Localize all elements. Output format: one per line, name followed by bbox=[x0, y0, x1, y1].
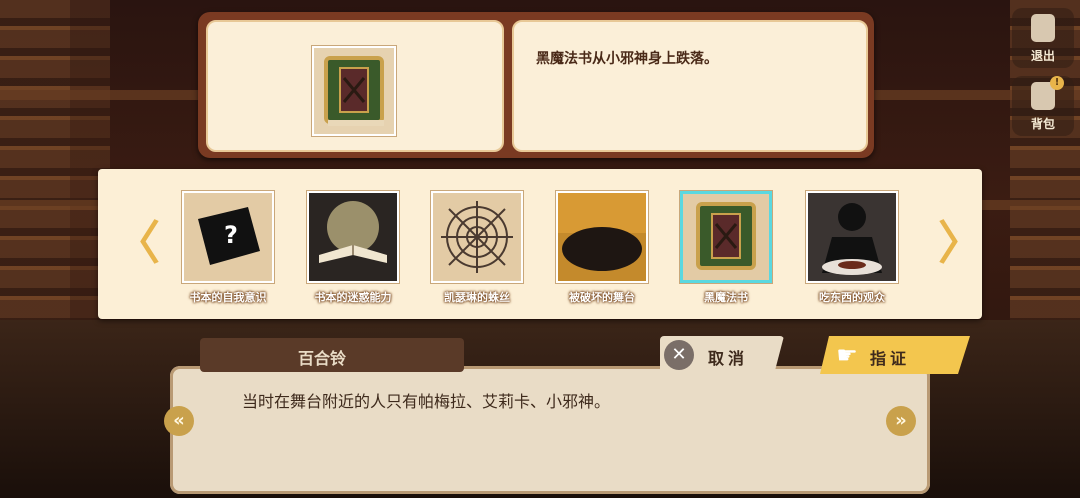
exit-label: 退出 bbox=[1030, 49, 1055, 63]
evidence-strip: 〈 〉 ? 书本的自我意识 书本的迷惑能力 凯瑟琳的蛛丝 被破坏的舞台 黑魔法书… bbox=[98, 169, 984, 319]
speaker-name: 百合铃 bbox=[298, 349, 347, 368]
glowing-open-book-icon bbox=[307, 191, 399, 283]
accuse-label: 指证 bbox=[870, 349, 911, 368]
evidence-label: 吃东西的观众 bbox=[819, 291, 885, 304]
bag-label: 背包 bbox=[1030, 117, 1055, 131]
bag-button[interactable]: ! 背包 bbox=[1012, 76, 1074, 136]
exit-door-icon bbox=[1031, 14, 1055, 42]
pointing-hand-icon: ☛ bbox=[836, 341, 858, 369]
bag-alert-badge: ! bbox=[1050, 76, 1064, 90]
black-magic-book-icon bbox=[312, 46, 396, 136]
evidence-label: 凯瑟琳的蛛丝 bbox=[444, 291, 510, 304]
dialogue-prev-button[interactable]: « bbox=[164, 406, 194, 436]
evidence-label: 书本的迷惑能力 bbox=[314, 291, 392, 304]
item-image-box bbox=[206, 20, 504, 152]
spider-web-icon bbox=[431, 191, 523, 283]
evidence-item[interactable]: ? 书本的自我意识 bbox=[182, 191, 274, 305]
dialogue-box: « 当时在舞台附近的人只有帕梅拉、艾莉卡、小邪神。 » bbox=[164, 366, 930, 494]
evidence-label: 黑魔法书 bbox=[704, 291, 748, 304]
dialogue-next-button[interactable]: » bbox=[886, 406, 916, 436]
item-description: 黑魔法书从小邪神身上跌落。 bbox=[536, 51, 718, 67]
item-detail-panel: 黑魔法书从小邪神身上跌落。 bbox=[198, 12, 874, 158]
item-description-box: 黑魔法书从小邪神身上跌落。 bbox=[512, 20, 868, 152]
svg-text:?: ? bbox=[224, 221, 238, 249]
evidence-item[interactable]: 被破坏的舞台 bbox=[556, 191, 648, 305]
broken-stage-icon bbox=[556, 191, 648, 283]
exit-button[interactable]: 退出 bbox=[1012, 8, 1074, 68]
accuse-button[interactable]: ☛ 指证 bbox=[820, 336, 970, 374]
black-magic-book-icon bbox=[680, 191, 772, 283]
close-icon: ✕ bbox=[664, 340, 694, 370]
speaker-name-tag: 百合铃 bbox=[200, 338, 464, 372]
evidence-item[interactable]: 书本的迷惑能力 bbox=[307, 191, 399, 305]
evidence-item[interactable]: 吃东西的观众 bbox=[806, 191, 898, 305]
evidence-item-selected[interactable]: 黑魔法书 bbox=[680, 191, 772, 305]
left-pillar bbox=[0, 0, 70, 340]
evidence-label: 被破坏的舞台 bbox=[569, 291, 635, 304]
cancel-label: 取消 bbox=[708, 349, 749, 368]
silhouette-book-question-icon: ? bbox=[182, 191, 274, 283]
evidence-item[interactable]: 凯瑟琳的蛛丝 bbox=[431, 191, 523, 305]
next-arrow-button[interactable]: 〉 bbox=[938, 219, 984, 267]
evidence-label: 书本的自我意识 bbox=[189, 291, 267, 304]
eating-audience-icon bbox=[806, 191, 898, 283]
prev-arrow-button[interactable]: 〈 bbox=[114, 219, 160, 267]
cancel-button[interactable]: ✕ 取消 bbox=[660, 336, 784, 374]
dialogue-text: 当时在舞台附近的人只有帕梅拉、艾莉卡、小邪神。 bbox=[242, 392, 611, 411]
